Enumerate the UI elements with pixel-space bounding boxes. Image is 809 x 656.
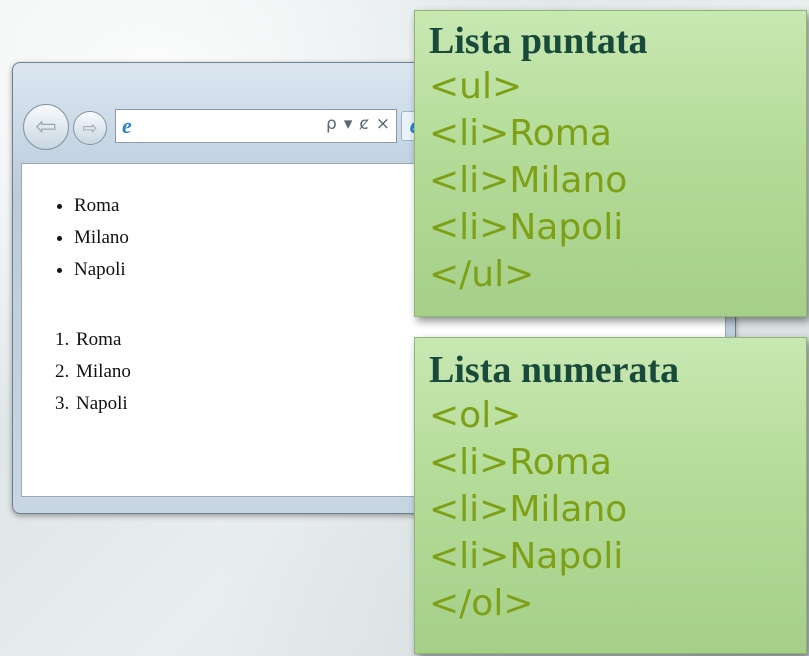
list-item: Napoli xyxy=(74,388,131,420)
list-item: Milano xyxy=(74,222,129,254)
list-item: Roma xyxy=(74,190,129,222)
back-arrow-icon: ⇦ xyxy=(35,112,57,142)
address-tools: ρ ▾ ȼ × xyxy=(326,114,390,134)
code-line: <li>Napoli xyxy=(429,207,624,248)
numbered-list: Roma Milano Napoli xyxy=(22,324,131,420)
code-line: <ul> xyxy=(429,66,523,107)
code-line: <li>Napoli xyxy=(429,536,624,577)
code-line: <li>Milano xyxy=(429,160,628,201)
code-line: <li>Milano xyxy=(429,489,628,530)
search-icon[interactable]: ρ xyxy=(326,114,337,134)
forward-arrow-icon: ⇨ xyxy=(82,117,98,139)
address-bar[interactable]: e ρ ▾ ȼ × xyxy=(115,109,397,143)
panel-title: Lista numerata xyxy=(429,349,680,391)
bulleted-list-panel: Lista puntata <ul> <li>Roma <li>Milano <… xyxy=(414,10,807,317)
dropdown-icon[interactable]: ▾ xyxy=(344,114,353,134)
code-line: <li>Roma xyxy=(429,113,612,154)
code-line: </ol> xyxy=(429,583,534,624)
forward-button[interactable]: ⇨ xyxy=(73,111,107,145)
back-button[interactable]: ⇦ xyxy=(23,104,69,150)
panel-title: Lista puntata xyxy=(429,20,648,62)
internet-explorer-icon: e xyxy=(122,113,132,138)
code-line: </ul> xyxy=(429,254,535,295)
list-item: Napoli xyxy=(74,254,129,286)
code-line: <li>Roma xyxy=(429,442,612,483)
stop-icon[interactable]: × xyxy=(376,114,390,134)
list-item: Roma xyxy=(74,324,131,356)
refresh-icon[interactable]: ȼ xyxy=(359,114,368,134)
numbered-list-panel: Lista numerata <ol> <li>Roma <li>Milano … xyxy=(414,337,807,654)
code-line: <ol> xyxy=(429,395,522,436)
list-item: Milano xyxy=(74,356,131,388)
bulleted-list: Roma Milano Napoli xyxy=(22,190,129,286)
